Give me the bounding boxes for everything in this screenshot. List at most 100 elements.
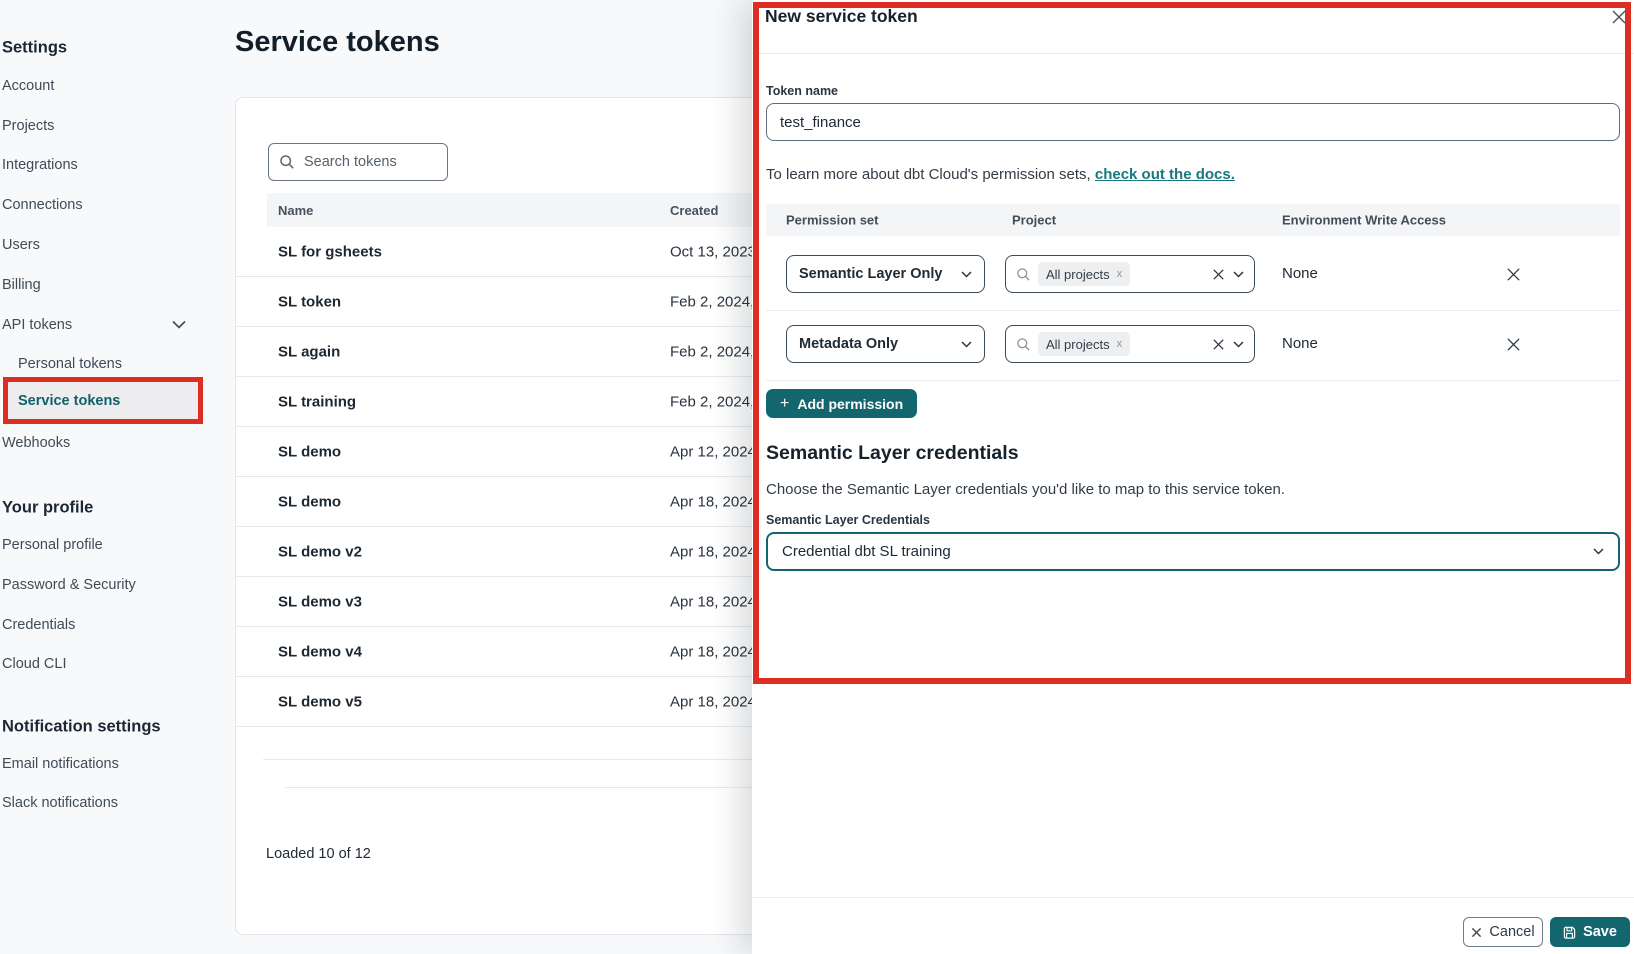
semantic-layer-credentials-value: Credential dbt SL training bbox=[782, 543, 951, 560]
add-permission-label: Add permission bbox=[797, 396, 903, 412]
sidebar-item-slack-notifications[interactable]: Slack notifications bbox=[2, 795, 118, 811]
token-name: SL demo v3 bbox=[278, 593, 362, 610]
token-created: Apr 18, 2024, bbox=[670, 543, 760, 560]
project-select[interactable]: All projects x bbox=[1005, 255, 1255, 293]
sidebar-item-email-notifications[interactable]: Email notifications bbox=[2, 756, 119, 772]
token-created: Oct 13, 2023, bbox=[670, 243, 760, 260]
token-name-label: Token name bbox=[766, 84, 838, 98]
token-name: SL demo bbox=[278, 443, 341, 460]
chevron-down-icon bbox=[1593, 548, 1604, 555]
token-name: SL token bbox=[278, 293, 341, 310]
chevron-down-icon bbox=[1233, 341, 1244, 348]
column-header-name: Name bbox=[278, 203, 313, 218]
sidebar-item-billing[interactable]: Billing bbox=[2, 277, 41, 293]
divider bbox=[752, 53, 1634, 54]
token-name: SL demo v2 bbox=[278, 543, 362, 560]
project-chip-label: All projects bbox=[1046, 267, 1110, 282]
project-chip-label: All projects bbox=[1046, 337, 1110, 352]
sidebar-item-password-security[interactable]: Password & Security bbox=[2, 577, 136, 593]
semantic-layer-credentials-select[interactable]: Credential dbt SL training bbox=[766, 532, 1620, 571]
permissions-header: Permission set Project Environment Write… bbox=[766, 204, 1620, 236]
cancel-button[interactable]: Cancel bbox=[1463, 917, 1543, 947]
divider bbox=[766, 380, 1620, 381]
permission-set-select[interactable]: Metadata Only bbox=[786, 325, 985, 363]
docs-note: To learn more about dbt Cloud's permissi… bbox=[766, 166, 1235, 183]
load-status: Loaded 10 of 12 bbox=[266, 846, 371, 862]
drawer-title: New service token bbox=[765, 6, 918, 27]
close-icon bbox=[1471, 927, 1482, 938]
new-service-token-drawer: New service token Token name To learn mo… bbox=[752, 0, 1634, 954]
search-icon bbox=[1016, 337, 1031, 352]
token-created: Apr 18, 2024, bbox=[670, 643, 760, 660]
sidebar-item-connections[interactable]: Connections bbox=[2, 197, 83, 213]
close-icon[interactable] bbox=[1610, 8, 1628, 26]
token-name: SL training bbox=[278, 393, 356, 410]
sidebar-item-account[interactable]: Account bbox=[2, 78, 54, 94]
remove-permission-icon[interactable] bbox=[1505, 266, 1523, 284]
chip-remove-icon[interactable]: x bbox=[1117, 338, 1123, 350]
remove-permission-icon[interactable] bbox=[1505, 336, 1523, 354]
plus-icon: + bbox=[780, 396, 789, 412]
token-created: Apr 18, 2024, bbox=[670, 693, 760, 710]
cancel-label: Cancel bbox=[1489, 924, 1534, 940]
column-header-environment-write-access: Environment Write Access bbox=[1282, 213, 1446, 228]
environment-write-access-value: None bbox=[1282, 335, 1318, 352]
sidebar-item-users[interactable]: Users bbox=[2, 237, 40, 253]
token-created: Apr 18, 2024, bbox=[670, 593, 760, 610]
permission-set-select[interactable]: Semantic Layer Only bbox=[786, 255, 985, 293]
token-name: SL again bbox=[278, 343, 340, 360]
search-icon bbox=[279, 154, 295, 170]
add-permission-button[interactable]: + Add permission bbox=[766, 389, 917, 418]
divider bbox=[766, 310, 1620, 311]
screen: Settings Account Projects Integrations C… bbox=[0, 0, 1634, 954]
permission-set-value: Metadata Only bbox=[799, 336, 898, 352]
chevron-down-icon bbox=[1233, 271, 1244, 278]
sidebar-item-service-tokens-label: Service tokens bbox=[8, 393, 120, 409]
clear-icon[interactable] bbox=[1211, 337, 1226, 352]
token-name: SL demo v4 bbox=[278, 643, 362, 660]
docs-link[interactable]: check out the docs. bbox=[1095, 166, 1235, 183]
column-header-created: Created bbox=[670, 203, 718, 218]
docs-note-text: To learn more about dbt Cloud's permissi… bbox=[766, 166, 1095, 183]
chip-remove-icon[interactable]: x bbox=[1117, 268, 1123, 280]
environment-write-access-value: None bbox=[1282, 265, 1318, 282]
save-button[interactable]: Save bbox=[1550, 917, 1630, 947]
chevron-down-icon bbox=[961, 271, 972, 278]
sidebar-item-personal-profile[interactable]: Personal profile bbox=[2, 537, 103, 553]
semantic-layer-credentials-label: Semantic Layer Credentials bbox=[766, 513, 930, 527]
semantic-layer-credentials-description: Choose the Semantic Layer credentials yo… bbox=[766, 481, 1285, 498]
page-title: Service tokens bbox=[235, 26, 440, 59]
sidebar-item-projects[interactable]: Projects bbox=[2, 118, 54, 134]
sidebar-item-integrations[interactable]: Integrations bbox=[2, 157, 78, 173]
token-created: Apr 12, 2024, bbox=[670, 443, 760, 460]
clear-icon[interactable] bbox=[1211, 267, 1226, 282]
search-icon bbox=[1016, 267, 1031, 282]
sidebar-item-cloud-cli[interactable]: Cloud CLI bbox=[2, 656, 66, 672]
sidebar-item-api-tokens[interactable]: API tokens bbox=[2, 317, 72, 333]
sidebar-item-personal-tokens[interactable]: Personal tokens bbox=[18, 356, 122, 372]
token-created: Apr 18, 2024, bbox=[670, 493, 760, 510]
chevron-down-icon bbox=[172, 320, 186, 329]
token-name: SL demo v5 bbox=[278, 693, 362, 710]
search-tokens-input[interactable] bbox=[304, 154, 424, 170]
sidebar-header-settings: Settings bbox=[2, 39, 67, 58]
sidebar-item-service-tokens-active[interactable]: Service tokens bbox=[3, 377, 203, 424]
divider bbox=[752, 897, 1634, 898]
sidebar-header-your-profile: Your profile bbox=[2, 499, 93, 518]
column-header-project: Project bbox=[1012, 213, 1056, 228]
sidebar-item-credentials[interactable]: Credentials bbox=[2, 617, 75, 633]
sidebar-header-notification-settings: Notification settings bbox=[2, 718, 161, 737]
save-label: Save bbox=[1583, 924, 1617, 940]
search-tokens-box[interactable] bbox=[268, 143, 448, 181]
token-name: SL for gsheets bbox=[278, 243, 382, 260]
project-chip[interactable]: All projects x bbox=[1038, 332, 1130, 356]
chevron-down-icon bbox=[961, 341, 972, 348]
sidebar-item-webhooks[interactable]: Webhooks bbox=[2, 435, 70, 451]
save-icon bbox=[1563, 926, 1576, 939]
project-select[interactable]: All projects x bbox=[1005, 325, 1255, 363]
column-header-permission-set: Permission set bbox=[786, 213, 879, 228]
semantic-layer-credentials-heading: Semantic Layer credentials bbox=[766, 442, 1019, 465]
token-name-input[interactable] bbox=[766, 103, 1620, 141]
permission-set-value: Semantic Layer Only bbox=[799, 266, 942, 282]
project-chip[interactable]: All projects x bbox=[1038, 262, 1130, 286]
